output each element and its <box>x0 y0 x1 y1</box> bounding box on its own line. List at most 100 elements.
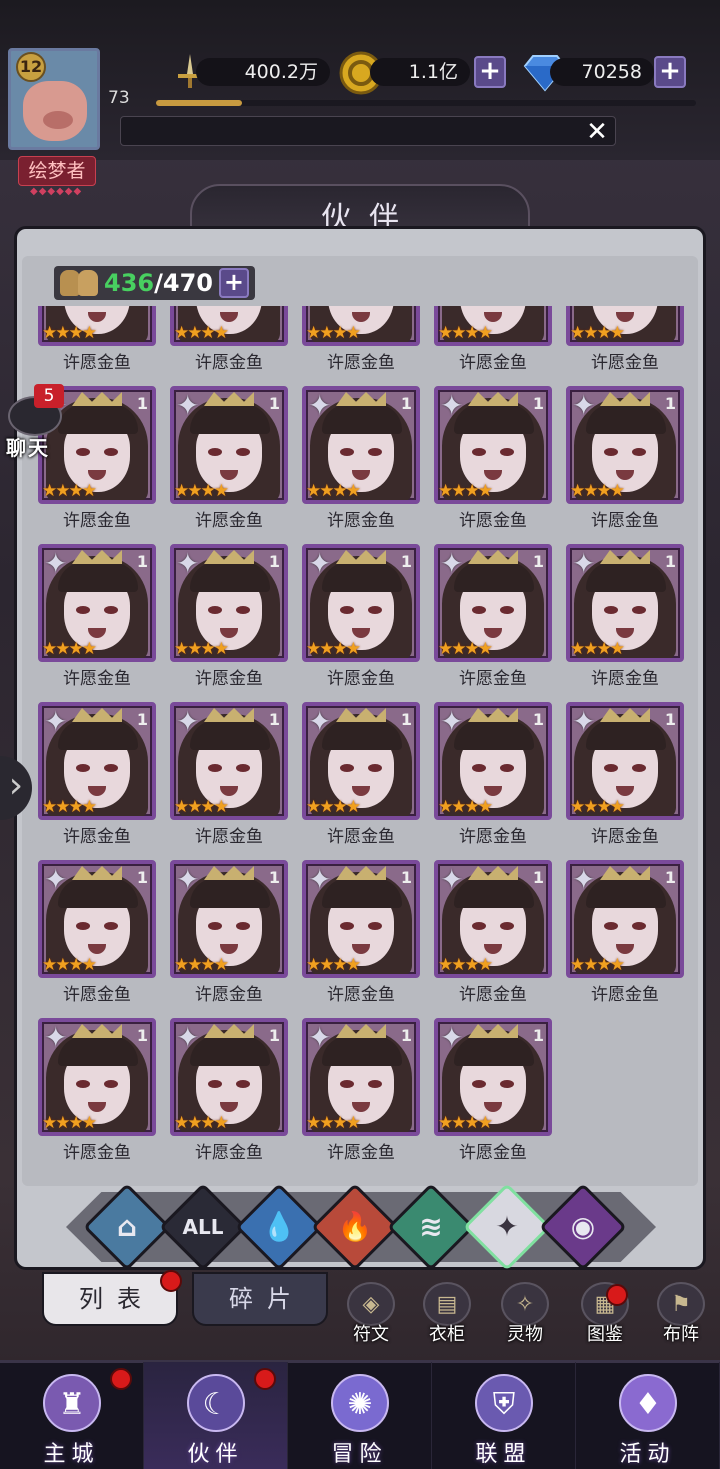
shortcut-spirit-button[interactable]: ✧ 灵物 <box>490 1282 560 1346</box>
nav-alliance-shield-tab[interactable]: ⛨ 联盟 <box>432 1362 576 1469</box>
portrait-eye <box>236 764 250 772</box>
partner-star-rating: ★★★★ <box>570 797 625 817</box>
partner-card[interactable]: ✦ 1 ★★★★ <box>38 860 156 978</box>
partner-card[interactable]: ✦ 1 ★★★★ <box>170 1018 288 1136</box>
partner-card[interactable]: ✦ 1 ★★★★ <box>302 1018 420 1136</box>
partner-card[interactable]: ✦ 1 ★★★★ <box>302 386 420 504</box>
shortcut-notification-dot <box>606 1284 628 1306</box>
partner-card[interactable]: ✦ 1 ★★★★ <box>434 860 552 978</box>
light-element-icon: ✦ <box>308 547 332 580</box>
partner-card[interactable]: ✦ 1 ★★★★ <box>302 702 420 820</box>
shortcut-wardrobe-button[interactable]: ▤ 衣柜 <box>412 1282 482 1346</box>
partner-star-rating: ★★★★ <box>306 797 361 817</box>
partner-card[interactable]: ✦ 1 ★★★★ <box>566 860 684 978</box>
light-element-icon: ✦ <box>44 863 68 896</box>
chat-button[interactable]: 5 聊天 <box>2 384 64 460</box>
shortcut-codex-button[interactable]: ▦ 图鉴 <box>570 1282 640 1346</box>
partner-card[interactable]: ✦ 1 ★★★★ <box>38 1018 156 1136</box>
player-exp-value: 73 <box>108 88 130 108</box>
portrait-eye <box>632 922 646 930</box>
shortcut-label: 衣柜 <box>429 1324 465 1345</box>
wind-element-icon: ≋ <box>419 1210 443 1243</box>
portrait-eye <box>472 606 486 614</box>
portrait-eye <box>500 764 514 772</box>
light-element-icon: ✦ <box>44 705 68 738</box>
portrait-eye <box>368 764 382 772</box>
portrait-eye <box>76 764 90 772</box>
shortcut-label: 布阵 <box>663 1324 699 1345</box>
light-star-icon: ✦ <box>495 1210 519 1243</box>
diamond-value: 70258 <box>550 58 654 86</box>
partner-name: 许愿金鱼 <box>195 511 263 531</box>
portrait-eye <box>604 922 618 930</box>
partner-star-rating: ★★★★ <box>570 481 625 501</box>
tab-list[interactable]: 列表 <box>42 1272 178 1326</box>
partner-star-rating: ★★★★ <box>174 323 229 343</box>
partner-name: 许愿金鱼 <box>327 669 395 689</box>
pig-snout <box>43 111 73 129</box>
svg-text:♦: ♦ <box>634 1387 661 1422</box>
partner-card[interactable]: ✦ 1 ★★★★ <box>170 860 288 978</box>
partner-level-tag: 1 <box>136 394 148 413</box>
expand-capacity-button[interactable]: + <box>218 268 249 298</box>
partner-card[interactable]: ✦ 1 ★★★★ <box>434 1018 552 1136</box>
partner-grid[interactable]: ✦ 1 ★★★★ 许愿金鱼 ✦ 1 ★★★★ 许愿金鱼 ✦ 1 ★★★★ 许愿金鱼 ✦ 1 ★★★★ 许愿金鱼… <box>38 306 698 1170</box>
partner-level-tag: 1 <box>532 1026 544 1045</box>
dark-eye-icon: ◉ <box>570 1210 596 1243</box>
light-element-icon: ✦ <box>308 389 332 422</box>
partner-card[interactable]: ✦ 1 ★★★★ <box>170 544 288 662</box>
partner-star-rating: ★★★★ <box>306 481 361 501</box>
tab-fragments[interactable]: 碎片 <box>192 1272 328 1326</box>
portrait-eye <box>76 448 90 456</box>
partner-level-tag: 1 <box>664 868 676 887</box>
shortcut-formation-button[interactable]: ⚑ 布阵 <box>646 1282 716 1346</box>
partner-level-tag: 1 <box>136 710 148 729</box>
light-element-icon: ✦ <box>572 863 596 896</box>
partner-card[interactable]: ✦ 1 ★★★★ <box>434 386 552 504</box>
water-element-icon: 💧 <box>261 1210 297 1243</box>
portrait-eye <box>340 764 354 772</box>
player-title-badge[interactable]: 绘梦者 <box>18 156 96 186</box>
partner-card[interactable]: ✦ 1 ★★★★ <box>566 386 684 504</box>
nav-adventure-tab[interactable]: ✺ 冒险 <box>288 1362 432 1469</box>
partner-level-tag: 1 <box>532 552 544 571</box>
add-diamond-button[interactable]: + <box>654 56 686 88</box>
partner-card[interactable]: ✦ 1 ★★★★ <box>566 544 684 662</box>
light-element-icon: ✦ <box>572 547 596 580</box>
portrait-eye <box>104 922 118 930</box>
partner-star-rating: ★★★★ <box>174 955 229 975</box>
portrait-eye <box>104 764 118 772</box>
partner-name: 许愿金鱼 <box>63 669 131 689</box>
partner-name: 许愿金鱼 <box>327 511 395 531</box>
partner-name: 许愿金鱼 <box>591 353 659 373</box>
partner-card[interactable]: ✦ 1 ★★★★ <box>302 860 420 978</box>
close-icon[interactable]: ✕ <box>582 118 612 146</box>
partner-name: 许愿金鱼 <box>459 985 527 1005</box>
partner-card[interactable]: ✦ 1 ★★★★ <box>434 702 552 820</box>
add-gold-button[interactable]: + <box>474 56 506 88</box>
partner-level-tag: 1 <box>532 710 544 729</box>
nav-event-cards-tab[interactable]: ♦ 活动 <box>576 1362 720 1469</box>
partner-star-rating: ★★★★ <box>174 797 229 817</box>
portrait-eye <box>236 448 250 456</box>
gold-value: 1.1亿 <box>370 58 470 86</box>
partner-level-tag: 1 <box>532 868 544 887</box>
partner-name: 许愿金鱼 <box>591 511 659 531</box>
portrait-eye <box>368 448 382 456</box>
partner-star-rating: ★★★★ <box>438 1113 493 1133</box>
partner-card[interactable]: ✦ 1 ★★★★ <box>434 544 552 662</box>
partner-icon: ☾ <box>180 1368 252 1438</box>
portrait-eye <box>500 448 514 456</box>
partner-card[interactable]: ✦ 1 ★★★★ <box>302 544 420 662</box>
notice-bar <box>120 116 616 146</box>
partner-count: 436 /470 + <box>54 266 255 300</box>
partner-card[interactable]: ✦ 1 ★★★★ <box>38 702 156 820</box>
partner-card[interactable]: ✦ 1 ★★★★ <box>38 544 156 662</box>
partner-card[interactable]: ✦ 1 ★★★★ <box>566 702 684 820</box>
power-value: 400.2万 <box>196 58 330 86</box>
partner-card[interactable]: ✦ 1 ★★★★ <box>170 702 288 820</box>
partner-card[interactable]: ✦ 1 ★★★★ <box>170 386 288 504</box>
shortcut-rune-button[interactable]: ◈ 符文 <box>336 1282 406 1346</box>
alliance-shield-icon: ⛨ <box>468 1368 540 1438</box>
portrait-eye <box>500 922 514 930</box>
